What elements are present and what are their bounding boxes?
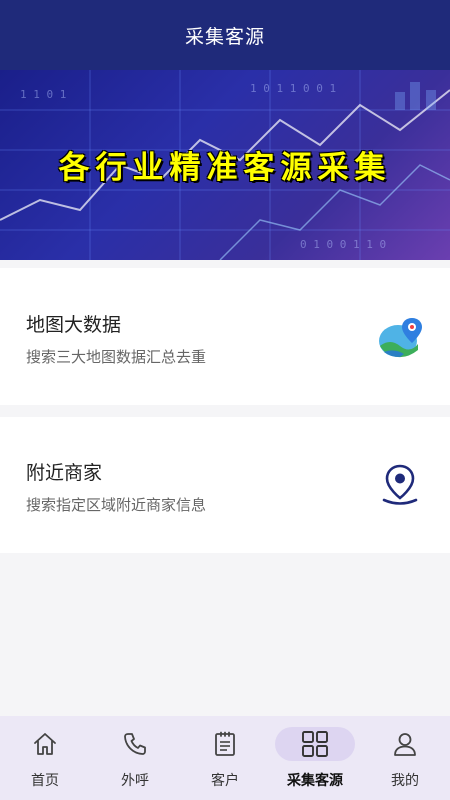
location-pin-icon xyxy=(380,463,420,509)
card-title: 地图大数据 xyxy=(26,314,122,336)
phone-icon xyxy=(124,733,146,755)
tab-mine[interactable]: 我的 xyxy=(360,716,450,800)
map-big-data-card[interactable]: 地图大数据 搜索三大地图数据汇总去重 xyxy=(0,268,450,405)
card-subtitle: 搜索三大地图数据汇总去重 xyxy=(26,348,207,366)
tab-label: 外呼 xyxy=(121,773,149,789)
tab-label: 首页 xyxy=(31,773,59,789)
tab-label: 采集客源 xyxy=(287,773,343,789)
promo-banner[interactable]: 1 0 1 1 0 0 1 0 1 0 0 1 1 0 1 1 0 1 各行业精… xyxy=(0,70,450,260)
top-app-bar: 采集客源 xyxy=(0,0,450,70)
tab-label: 我的 xyxy=(391,773,419,789)
page-title: 采集客源 xyxy=(184,25,265,48)
tab-collect-leads[interactable]: 采集客源 xyxy=(270,716,360,800)
tab-customers[interactable]: 客户 xyxy=(180,716,270,800)
tab-label: 客户 xyxy=(211,773,239,789)
home-icon xyxy=(34,733,56,755)
map-pin-icon xyxy=(378,316,424,364)
tab-outbound-call[interactable]: 外呼 xyxy=(90,716,180,800)
user-icon xyxy=(394,733,416,756)
grid-icon xyxy=(302,731,328,757)
card-subtitle: 搜索指定区域附近商家信息 xyxy=(26,496,207,514)
nearby-merchants-card[interactable]: 附近商家 搜索指定区域附近商家信息 xyxy=(0,417,450,553)
tab-home[interactable]: 首页 xyxy=(0,716,90,800)
card-title: 附近商家 xyxy=(26,462,103,484)
svg-text:1 0 1 1 0 0 1: 1 0 1 1 0 0 1 xyxy=(250,82,336,95)
bottom-tab-bar: 首页 外呼 客户 采集客源 我的 xyxy=(0,716,450,800)
svg-text:1 1 0 1: 1 1 0 1 xyxy=(20,88,66,101)
svg-text:0 1 0 0 1 1 0: 0 1 0 0 1 1 0 xyxy=(300,238,386,251)
banner-title: 各行业精准客源采集 xyxy=(58,150,392,186)
clipboard-icon xyxy=(215,731,235,756)
